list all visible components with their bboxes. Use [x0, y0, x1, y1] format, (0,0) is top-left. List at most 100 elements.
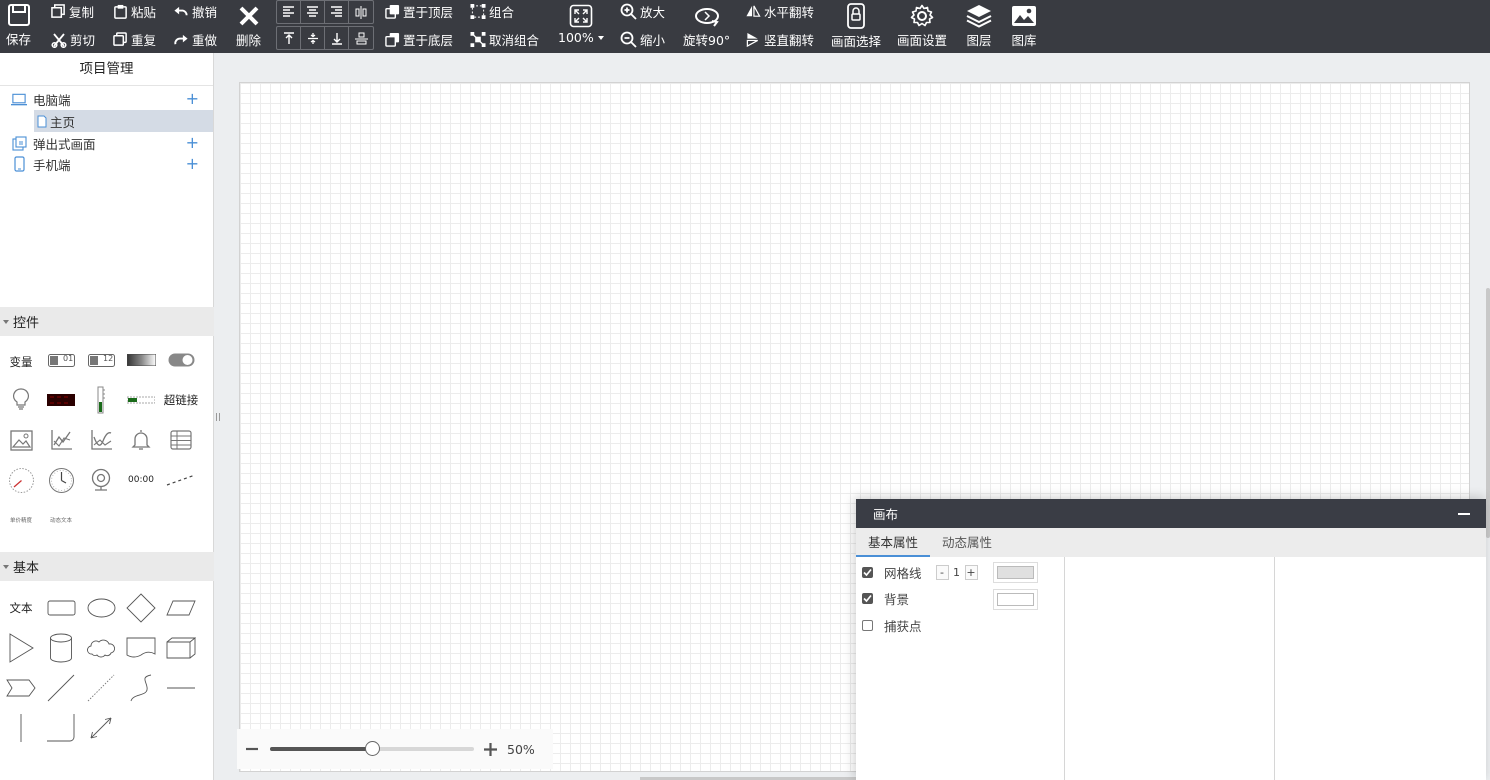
led-display-control[interactable]: [41, 382, 81, 418]
save-button[interactable]: 保存: [6, 3, 31, 48]
diamond-shape[interactable]: [121, 590, 161, 626]
dotted-line-shape[interactable]: [81, 670, 121, 706]
ellipse-shape[interactable]: [81, 590, 121, 626]
unit-precision-control[interactable]: 单价精度: [1, 502, 41, 538]
group-button[interactable]: 组合: [470, 2, 514, 21]
zoom-out-button[interactable]: 缩小: [620, 30, 665, 49]
align-left-button[interactable]: [277, 1, 301, 23]
lamp-control[interactable]: [1, 382, 41, 418]
add-mobile-page-button[interactable]: +: [186, 156, 199, 172]
align-top-button[interactable]: [277, 27, 301, 49]
tree-item-home[interactable]: 主页: [34, 110, 213, 132]
gallery-button[interactable]: 图库: [1011, 4, 1037, 49]
curve-shape[interactable]: [121, 670, 161, 706]
delete-button[interactable]: 删除: [236, 4, 261, 49]
flip-horizontal-button[interactable]: 水平翻转: [745, 2, 814, 21]
grid-size-increment[interactable]: +: [964, 564, 978, 580]
switch-control[interactable]: [161, 342, 201, 378]
zoom-slider-thumb[interactable]: [365, 741, 380, 756]
elbow-line-shape[interactable]: [41, 710, 81, 746]
zoom-in-button[interactable]: 放大: [620, 2, 665, 21]
align-center-button[interactable]: [301, 1, 325, 23]
history-curve-control[interactable]: [81, 422, 121, 458]
horizontal-line-shape[interactable]: [161, 670, 201, 706]
triangle-shape[interactable]: [1, 630, 41, 666]
tab-dynamic-properties[interactable]: 动态属性: [930, 528, 1004, 557]
grid-size-decrement[interactable]: -: [935, 564, 949, 580]
document-shape[interactable]: [121, 630, 161, 666]
align-middle-button[interactable]: [301, 27, 325, 49]
zoom-minus-button[interactable]: [246, 743, 258, 755]
tab-basic-properties[interactable]: 基本属性: [856, 528, 931, 557]
cloud-shape[interactable]: [81, 630, 121, 666]
trend-chart-control[interactable]: [41, 422, 81, 458]
distribute-vertical-button[interactable]: [349, 27, 373, 49]
background-color-picker[interactable]: [993, 589, 1038, 610]
properties-body: 网格线 - 1 + 背景 捕获点: [856, 557, 1486, 780]
vertical-line-shape[interactable]: [1, 710, 41, 746]
layers-button[interactable]: 图层: [966, 4, 992, 49]
alarm-control[interactable]: [121, 422, 161, 458]
rectangle-shape[interactable]: [41, 590, 81, 626]
tree-item-popup[interactable]: 弹出式画面 +: [0, 132, 213, 154]
snap-checkbox[interactable]: [862, 619, 873, 631]
zoom-slider[interactable]: [270, 741, 474, 756]
line-shape[interactable]: [41, 670, 81, 706]
add-popup-page-button[interactable]: +: [186, 135, 199, 151]
progress-bar-control[interactable]: [121, 382, 161, 418]
send-to-bottom-button[interactable]: 置于底层: [385, 30, 453, 49]
table-control[interactable]: [161, 422, 201, 458]
cylinder-shape[interactable]: [41, 630, 81, 666]
vertical-scrollbar[interactable]: [1486, 288, 1490, 538]
basic-section-header[interactable]: 基本: [0, 552, 214, 581]
redo-button[interactable]: 重做: [173, 30, 217, 49]
zoom-plus-button[interactable]: [484, 742, 497, 756]
screen-settings-button[interactable]: 画面设置: [897, 4, 947, 49]
panel-resize-handle[interactable]: [216, 413, 220, 421]
parallelogram-shape[interactable]: [161, 590, 201, 626]
table-icon: [170, 430, 192, 450]
arrow-line-shape[interactable]: [81, 710, 121, 746]
grid-size-value[interactable]: 1: [949, 566, 965, 579]
background-checkbox[interactable]: [862, 592, 873, 604]
grid-color-picker[interactable]: [993, 562, 1038, 583]
dashed-line-control[interactable]: [161, 462, 201, 498]
variable-control[interactable]: 变量: [1, 344, 41, 380]
screen-select-button[interactable]: 画面选择: [831, 3, 881, 50]
image-control[interactable]: [1, 422, 41, 458]
rotate-button[interactable]: 旋转90°: [683, 4, 730, 49]
tree-item-mobile[interactable]: 手机端 +: [0, 153, 213, 175]
flip-vertical-button[interactable]: 竖直翻转: [745, 30, 814, 49]
dynamic-text-control[interactable]: 动态文本: [41, 502, 81, 538]
minimize-button[interactable]: [1458, 513, 1470, 515]
time-display-control[interactable]: 00:00: [121, 462, 161, 498]
add-desktop-page-button[interactable]: +: [186, 91, 199, 107]
text-shape[interactable]: 文本: [1, 590, 41, 626]
delete-label: 删除: [236, 33, 262, 48]
numeric-display-control[interactable]: 01: [41, 342, 81, 378]
paste-button[interactable]: 粘贴: [113, 2, 156, 21]
hyperlink-control[interactable]: 超链接: [161, 382, 201, 418]
bring-to-top-button[interactable]: 置于顶层: [385, 2, 453, 21]
webcam-icon: [91, 468, 111, 491]
copy-button[interactable]: 复制: [51, 2, 94, 21]
cut-button[interactable]: 剪切: [51, 30, 95, 49]
clock-control[interactable]: [41, 462, 81, 498]
tree-item-desktop[interactable]: 电脑端 +: [0, 88, 213, 110]
button-control[interactable]: [121, 342, 161, 378]
duplicate-button[interactable]: 重复: [113, 30, 156, 49]
level-meter-control[interactable]: [81, 382, 121, 418]
cube-shape[interactable]: [161, 630, 201, 666]
grid-checkbox[interactable]: [862, 566, 873, 578]
numeric-input-control[interactable]: 12: [81, 342, 121, 378]
zoom-level-dropdown[interactable]: 100%: [558, 4, 604, 45]
align-bottom-button[interactable]: [325, 27, 349, 49]
chevron-shape[interactable]: [1, 670, 41, 706]
ungroup-button[interactable]: 取消组合: [470, 30, 539, 49]
controls-section-header[interactable]: 控件: [0, 307, 214, 336]
align-right-button[interactable]: [325, 1, 349, 23]
distribute-horizontal-button[interactable]: [349, 1, 373, 23]
gauge-control[interactable]: [1, 462, 41, 498]
camera-control[interactable]: [81, 462, 121, 498]
undo-button[interactable]: 撤销: [173, 2, 217, 21]
